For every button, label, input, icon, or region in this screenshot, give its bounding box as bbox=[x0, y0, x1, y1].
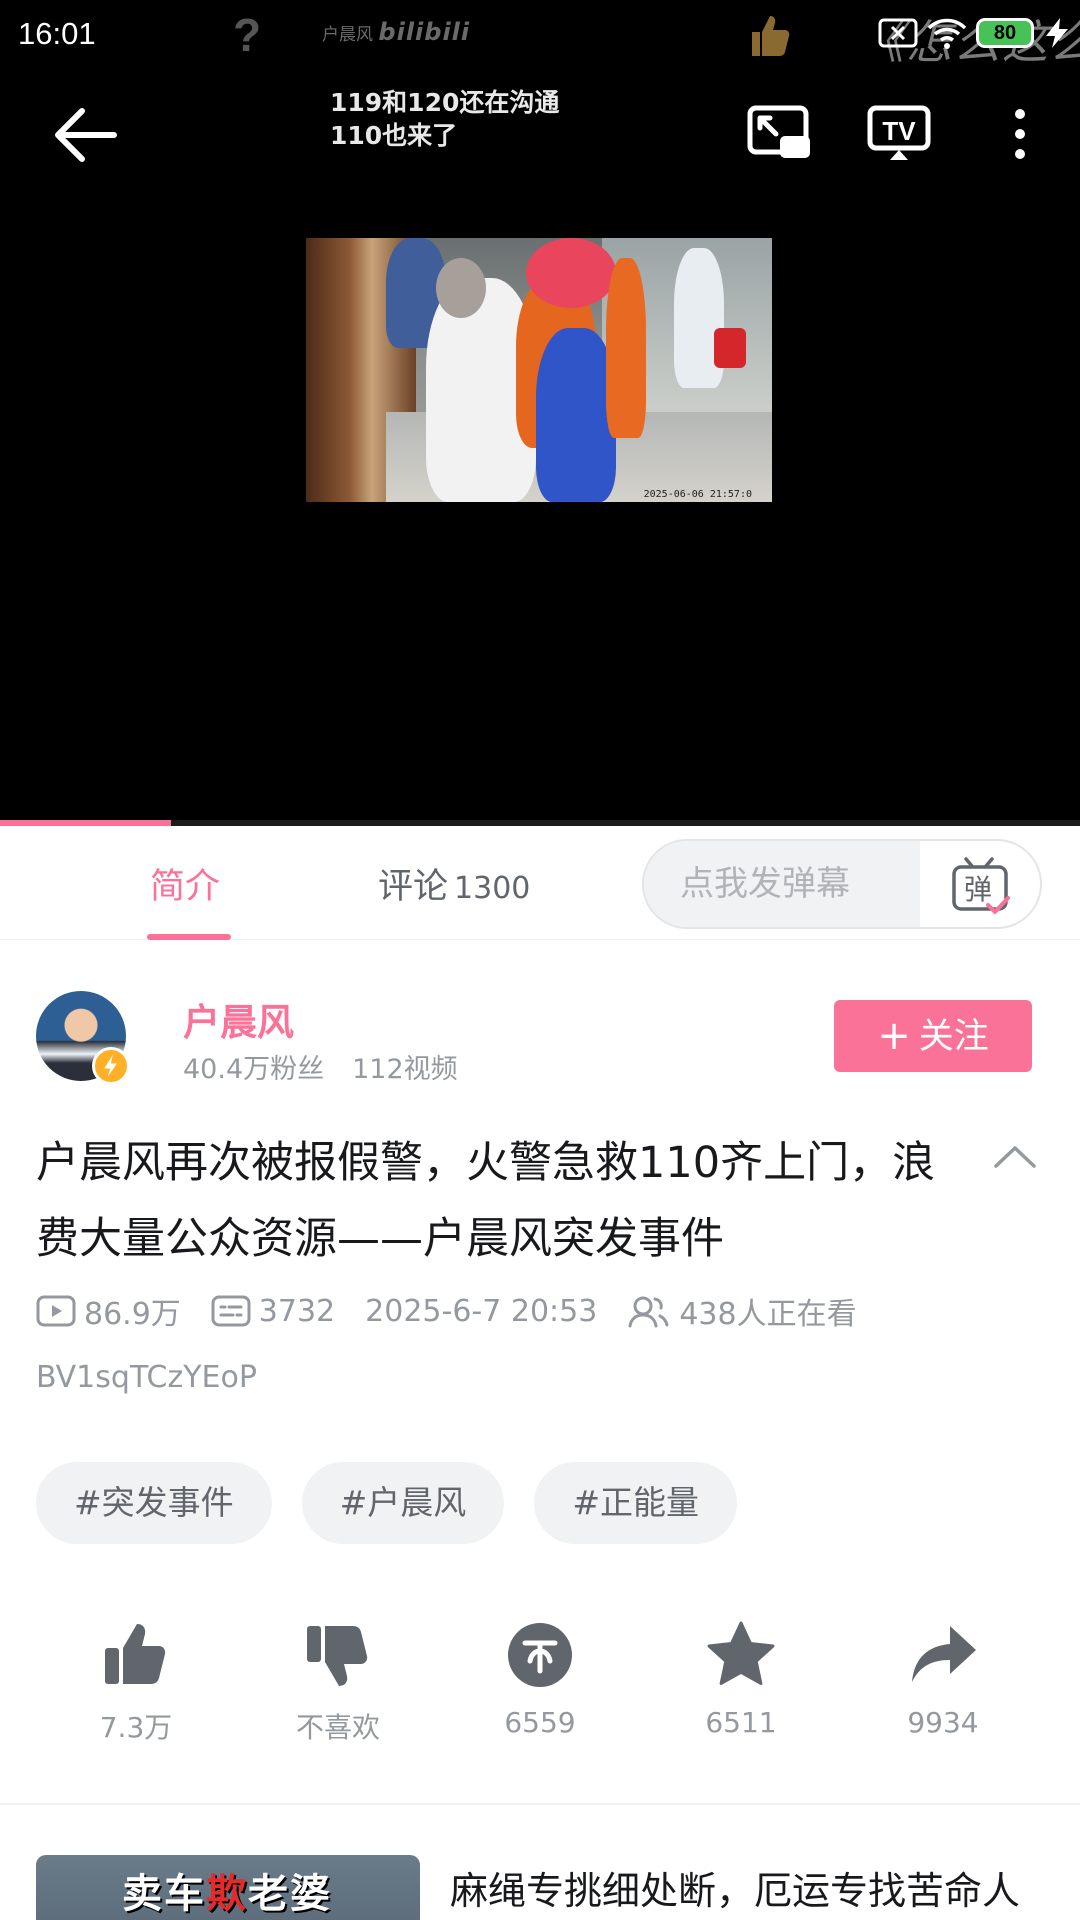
svg-text:TV: TV bbox=[882, 116, 916, 146]
video-timestamp: 2025-06-06 21:57:0 bbox=[643, 489, 752, 500]
recommended-title[interactable]: 麻绳专挑细处断，厄运专找苦命人 bbox=[450, 1863, 1050, 1919]
caption-line-1: 119和120还在沟通 bbox=[330, 88, 560, 117]
dislike-label: 不喜欢 bbox=[295, 1711, 380, 1744]
watching-count: 438人正在看 bbox=[679, 1297, 857, 1332]
like-button[interactable]: 7.3万 bbox=[51, 1618, 221, 1746]
plus-icon: + bbox=[877, 1013, 911, 1059]
tab-comments-count: 1300 bbox=[454, 871, 531, 906]
danmaku-toggle-icon[interactable]: 弹 bbox=[920, 841, 1040, 927]
notification-close-icon bbox=[878, 18, 918, 48]
follow-label: 关注 bbox=[918, 1017, 989, 1057]
system-status-icons: 80 bbox=[878, 16, 1072, 50]
tag-item[interactable]: #正能量 bbox=[534, 1462, 737, 1544]
detail-tab-bar: 简介 评论 1300 点我发弹幕 弹 bbox=[0, 826, 1080, 940]
video-person bbox=[536, 328, 616, 502]
coin-icon bbox=[508, 1623, 572, 1687]
video-stats: 86.9万 3732 2025-6-7 20:53 438人正在看 bbox=[36, 1289, 887, 1333]
thumb-text-c: 老婆 bbox=[248, 1871, 332, 1917]
danmaku-count: 3732 bbox=[258, 1293, 336, 1329]
share-count: 9934 bbox=[907, 1706, 979, 1739]
watermark-author: 户晨风 bbox=[322, 25, 373, 45]
video-title: 户晨风再次被报假警，火警急救110齐上门，浪费大量公众资源——户晨风突发事件 bbox=[36, 1138, 936, 1264]
danmaku-count-icon bbox=[211, 1295, 251, 1327]
dislike-button[interactable]: 不喜欢 bbox=[253, 1618, 423, 1746]
video-watermark: 户晨风 bilibili bbox=[322, 18, 470, 46]
thumb-text-b: 欺 bbox=[206, 1871, 248, 1917]
danmaku-box: 点我发弹幕 弹 bbox=[642, 839, 1042, 929]
danmaku-glyph: 弹 bbox=[964, 873, 992, 906]
author-name[interactable]: 户晨风 bbox=[183, 992, 294, 1046]
thumb-text-a: 卖车 bbox=[122, 1871, 206, 1917]
wifi-icon bbox=[927, 18, 967, 49]
tab-comments[interactable]: 评论 1300 bbox=[378, 858, 530, 909]
video-person-head bbox=[526, 238, 616, 308]
share-arrow-icon bbox=[912, 1626, 976, 1682]
video-player[interactable]: 16:01 ? 户晨风 bilibili 《怎么这么 80 119和120还在沟… bbox=[0, 0, 1080, 826]
play-count-icon bbox=[36, 1295, 76, 1327]
status-icons-area: 《怎么这么 80 bbox=[830, 0, 1080, 70]
section-divider bbox=[0, 1803, 1080, 1805]
video-person bbox=[606, 258, 646, 438]
tag-item[interactable]: #户晨风 bbox=[301, 1462, 505, 1544]
stat-publish-time: 2025-6-7 20:53 bbox=[365, 1293, 598, 1329]
thumbs-up-notification-icon bbox=[752, 16, 790, 56]
recommended-thumbnail-text: 卖车欺老婆 bbox=[122, 1861, 332, 1919]
share-button[interactable]: 9934 bbox=[858, 1618, 1028, 1739]
video-caption: 119和120还在沟通 110也来了 bbox=[330, 86, 559, 152]
thumbs-down-icon bbox=[307, 1626, 368, 1686]
picture-in-picture-icon[interactable] bbox=[746, 104, 812, 164]
stat-watching: 438人正在看 bbox=[627, 1289, 857, 1333]
stat-views: 86.9万 bbox=[36, 1289, 181, 1333]
follow-button[interactable]: + 关注 bbox=[834, 1000, 1032, 1072]
video-frame[interactable]: 2025-06-06 21:57:0 bbox=[306, 238, 772, 502]
favorite-button[interactable]: 6511 bbox=[656, 1618, 826, 1739]
tab-active-indicator bbox=[147, 934, 231, 940]
tab-intro[interactable]: 简介 bbox=[150, 858, 220, 909]
battery-indicator: 80 bbox=[976, 18, 1034, 48]
tag-item[interactable]: #突发事件 bbox=[36, 1462, 272, 1544]
coin-count: 6559 bbox=[504, 1706, 576, 1739]
chevron-up-icon[interactable] bbox=[990, 1140, 1040, 1172]
tag-list: #突发事件 #户晨风 #正能量 bbox=[36, 1462, 737, 1544]
caption-line-2: 110也来了 bbox=[330, 121, 458, 150]
star-icon bbox=[707, 1621, 775, 1685]
verified-lightning-icon bbox=[92, 1047, 130, 1085]
coin-button[interactable]: 6559 bbox=[455, 1618, 625, 1739]
stat-danmaku: 3732 bbox=[211, 1294, 335, 1329]
recommended-thumbnail[interactable]: 卖车欺老婆 bbox=[36, 1855, 420, 1920]
favorite-count: 6511 bbox=[705, 1706, 777, 1739]
views-count: 86.9万 bbox=[84, 1297, 181, 1332]
watermark-brand: bilibili bbox=[378, 18, 471, 46]
status-question-mark: ? bbox=[233, 9, 262, 61]
charging-icon bbox=[1046, 18, 1068, 48]
video-person-head bbox=[436, 258, 486, 318]
tab-comments-label: 评论 bbox=[378, 867, 449, 907]
status-bar: 16:01 ? 户晨风 bilibili 《怎么这么 80 bbox=[0, 0, 1080, 70]
more-options-icon[interactable] bbox=[1000, 104, 1040, 164]
thumbs-up-icon bbox=[105, 1624, 166, 1684]
danmaku-input[interactable]: 点我发弹幕 bbox=[644, 841, 922, 927]
author-fans: 40.4万粉丝 bbox=[183, 1054, 325, 1085]
player-top-bar: 119和120还在沟通 110也来了 TV bbox=[0, 80, 1080, 190]
author-meta: 40.4万粉丝 112视频 bbox=[183, 1047, 458, 1086]
action-bar: 7.3万 不喜欢 6559 6511 9934 bbox=[0, 1618, 1080, 1768]
cast-tv-icon[interactable]: TV bbox=[866, 104, 932, 164]
author-videos: 112视频 bbox=[352, 1054, 458, 1085]
video-bag bbox=[714, 328, 746, 368]
recommended-video[interactable]: 卖车欺老婆 麻绳专挑细处断，厄运专找苦命人 bbox=[0, 1855, 1080, 1920]
like-count: 7.3万 bbox=[99, 1711, 173, 1744]
video-bvid[interactable]: BV1sqTCzYEoP bbox=[36, 1360, 257, 1395]
watching-people-icon bbox=[628, 1296, 669, 1328]
status-time: 16:01 bbox=[18, 16, 96, 51]
back-arrow-icon[interactable] bbox=[50, 102, 120, 168]
author-row: 户晨风 40.4万粉丝 112视频 + 关注 bbox=[0, 975, 1080, 1095]
